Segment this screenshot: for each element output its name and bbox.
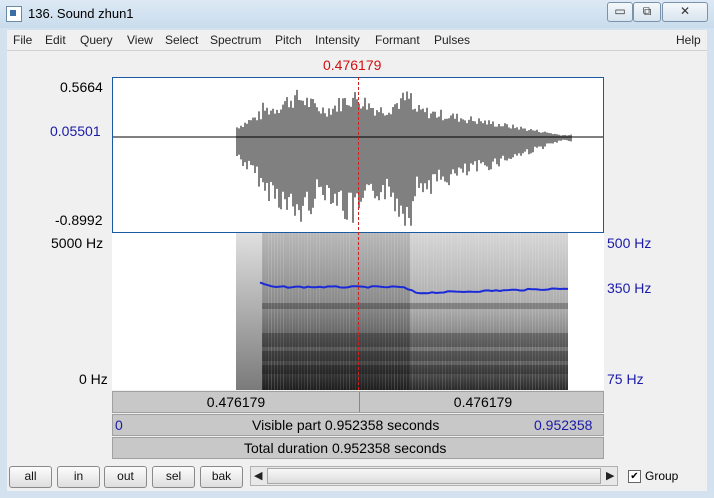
scroll-right-icon[interactable]: ▶	[606, 469, 614, 482]
scroll-left-icon[interactable]: ◀	[254, 469, 262, 482]
menu-help[interactable]: Help	[676, 33, 701, 47]
menu-intensity[interactable]: Intensity	[315, 33, 360, 47]
waveform-signal	[236, 89, 572, 226]
menu-bar: File Edit Query View Select Spectrum Pit…	[7, 30, 707, 51]
scroll-thumb[interactable]	[267, 468, 601, 484]
maximize-button[interactable]: ⧉	[633, 2, 661, 22]
wave-ymin-label: -0.8992	[55, 212, 103, 228]
minimize-button[interactable]: ▭	[607, 2, 633, 22]
menu-view[interactable]: View	[127, 33, 153, 47]
wave-ymax-label: 0.5664	[60, 79, 103, 95]
pitch-cursor-label: 350 Hz	[607, 280, 652, 296]
praat-sound-window: 136. Sound zhun1 ▭ ⧉ ✕ File Edit Query V…	[0, 0, 714, 498]
bak-button[interactable]: bak	[200, 466, 243, 488]
group-label: Group	[645, 469, 679, 483]
cursor-time-bar[interactable]: 0.476179 0.476179	[112, 391, 604, 413]
menu-edit[interactable]: Edit	[45, 33, 66, 47]
menu-spectrum[interactable]: Spectrum	[210, 33, 261, 47]
out-button[interactable]: out	[104, 466, 147, 488]
title-bar: 136. Sound zhun1 ▭ ⧉ ✕	[0, 0, 714, 28]
group-checkbox[interactable]: ✔	[628, 470, 641, 483]
close-button[interactable]: ✕	[662, 2, 708, 22]
total-duration-text: Total duration 0.952358 seconds	[244, 440, 447, 456]
visible-part-bar[interactable]: 0 Visible part 0.952358 seconds 0.952358	[112, 414, 604, 436]
total-duration-bar[interactable]: Total duration 0.952358 seconds	[112, 437, 604, 459]
pitch-max-label: 500 Hz	[607, 235, 652, 251]
cursor-bar-left[interactable]: 0.476179	[113, 392, 359, 412]
wave-ycursor-label: 0.05501	[50, 123, 101, 139]
spec-fmin-label: 0 Hz	[79, 371, 108, 387]
time-cursor	[358, 77, 359, 390]
visible-start: 0	[115, 417, 123, 433]
menu-pitch[interactable]: Pitch	[275, 33, 302, 47]
visible-part-text: Visible part 0.952358 seconds	[252, 417, 440, 433]
menu-select[interactable]: Select	[165, 33, 198, 47]
pitch-min-label: 75 Hz	[607, 371, 644, 387]
all-button[interactable]: all	[9, 466, 52, 488]
menu-pulses[interactable]: Pulses	[434, 33, 470, 47]
menu-formant[interactable]: Formant	[375, 33, 420, 47]
cursor-time-label: 0.476179	[323, 57, 382, 73]
sel-button[interactable]: sel	[152, 466, 195, 488]
in-button[interactable]: in	[57, 466, 100, 488]
cursor-bar-right[interactable]: 0.476179	[359, 392, 606, 412]
spec-onset	[236, 233, 264, 390]
menu-file[interactable]: File	[13, 33, 32, 47]
window-title: 136. Sound zhun1	[28, 6, 134, 21]
spec-fmax-label: 5000 Hz	[51, 235, 104, 251]
app-icon	[6, 6, 22, 22]
visible-end: 0.952358	[534, 417, 593, 433]
time-scrollbar[interactable]: ◀ ▶	[250, 466, 618, 486]
menu-query[interactable]: Query	[80, 33, 113, 47]
